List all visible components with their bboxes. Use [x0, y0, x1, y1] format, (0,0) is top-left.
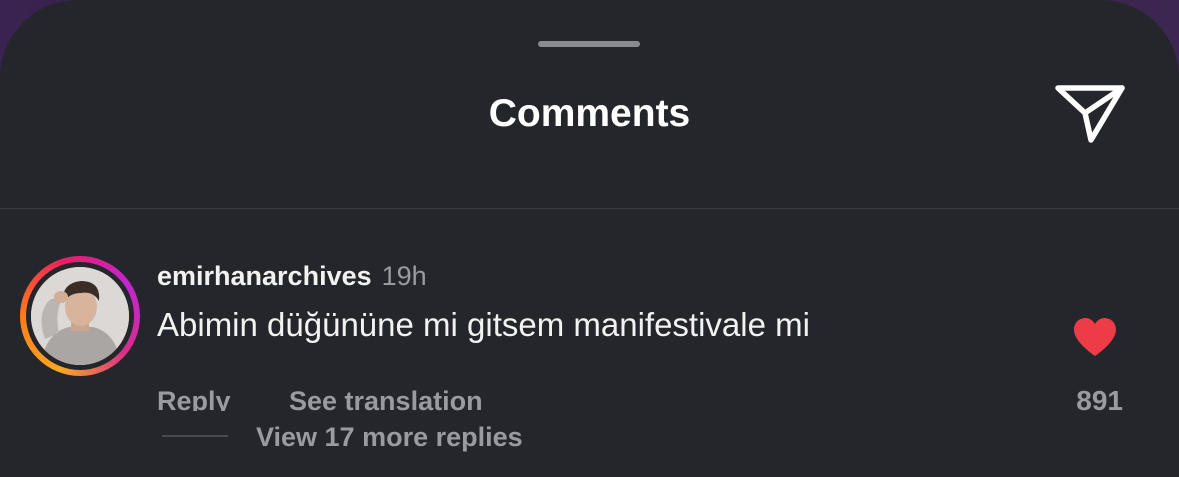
- avatar-story-ring[interactable]: [20, 256, 140, 376]
- see-translation-button[interactable]: See translation: [289, 384, 483, 418]
- username-link[interactable]: emirhanarchives: [157, 261, 372, 291]
- like-button[interactable]: [1072, 316, 1118, 358]
- comment-timestamp: 19h: [381, 261, 427, 291]
- replies-connector-line: [162, 435, 228, 437]
- profile-photo: [31, 267, 129, 365]
- header-divider: [0, 208, 1179, 209]
- reply-button[interactable]: Reply: [157, 384, 231, 411]
- drag-handle[interactable]: [538, 41, 640, 47]
- comment-header: emirhanarchives 19h: [157, 259, 427, 293]
- sheet-title: Comments: [488, 92, 691, 135]
- share-button[interactable]: [1052, 80, 1128, 146]
- paper-plane-icon: [1055, 85, 1125, 143]
- view-replies-button[interactable]: View 17 more replies: [256, 420, 523, 454]
- comments-sheet: Comments emirhanarchives 19h Abimin düğü…: [0, 0, 1179, 477]
- avatar: [31, 267, 129, 365]
- comment-text: Abimin düğününe mi gitsem manifestivale …: [157, 306, 810, 343]
- heart-filled-icon: [1074, 318, 1116, 356]
- like-count: 891: [1076, 385, 1123, 416]
